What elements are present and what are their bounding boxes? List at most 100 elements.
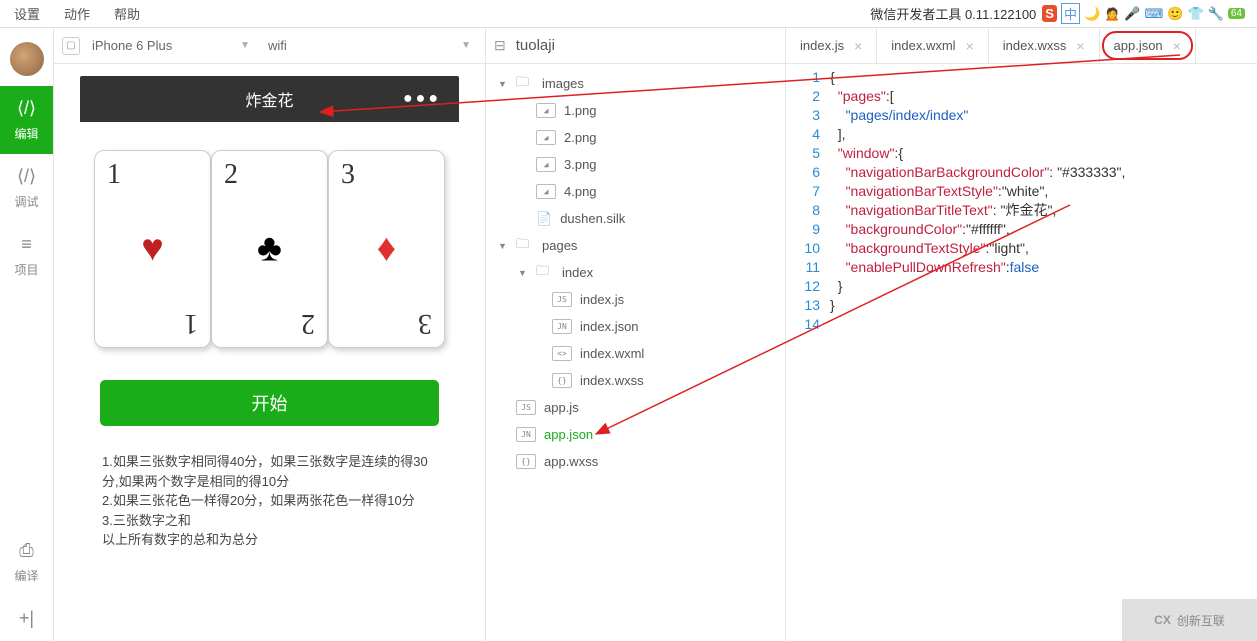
line-number: 4 xyxy=(786,125,820,144)
sidebar-item-add[interactable]: +| xyxy=(0,596,53,641)
editor-tab[interactable]: index.js× xyxy=(786,28,877,63)
tree-row[interactable]: ▼🗀images xyxy=(486,70,785,97)
ime-cn-icon: 中 xyxy=(1061,3,1080,24)
card-number: 3 xyxy=(341,159,355,191)
sidebar-item-debug[interactable]: ⟨/⟩ 调试 xyxy=(0,154,53,222)
close-icon[interactable]: × xyxy=(966,38,974,54)
device-select[interactable]: iPhone 6 Plus ▼ xyxy=(86,33,256,59)
folder-label: pages xyxy=(542,238,577,253)
line-number: 12 xyxy=(786,277,820,296)
file-label: index.wxss xyxy=(580,373,644,388)
menu-help[interactable]: 帮助 xyxy=(104,0,150,27)
file-label: app.wxss xyxy=(544,454,598,469)
file-badge: {} xyxy=(552,373,572,388)
tree-row[interactable]: JSapp.js xyxy=(486,394,785,421)
close-icon[interactable]: × xyxy=(1173,38,1181,54)
tree-row[interactable]: ▼🗀pages xyxy=(486,232,785,259)
code-line: "pages":[ xyxy=(830,87,1257,106)
avatar[interactable] xyxy=(10,42,44,76)
phone-nav-menu-icon[interactable]: ●●● xyxy=(403,90,441,108)
menu-settings[interactable]: 设置 xyxy=(4,0,50,27)
shirt-icon: 👕 xyxy=(1188,6,1204,22)
tree-row[interactable]: ▼🗀index xyxy=(486,259,785,286)
tree-row[interactable]: {} index.wxss xyxy=(486,367,785,394)
file-badge: JN xyxy=(552,319,572,334)
code-line: { xyxy=(830,68,1257,87)
menu-action[interactable]: 动作 xyxy=(54,0,100,27)
code-line: "backgroundColor":"#ffffff", xyxy=(830,220,1257,239)
file-badge: JN xyxy=(516,427,536,442)
file-label: 1.png xyxy=(564,103,597,118)
tree-row[interactable]: 📄dushen.silk xyxy=(486,205,785,232)
face-icon: 🙂 xyxy=(1167,6,1183,22)
playing-card[interactable]: 3 ♦ 3 xyxy=(328,150,445,348)
rule-line: 以上所有数字的总和为总分 xyxy=(102,530,437,550)
sidebar-item-compile[interactable]: ⎙ 编译 xyxy=(0,528,53,596)
tree-row[interactable]: {} app.wxss xyxy=(486,448,785,475)
file-tree: ▼🗀images◢1.png◢2.png◢3.png◢4.png📄dushen.… xyxy=(486,64,785,481)
tab-label: index.wxss xyxy=(1003,38,1067,53)
tree-row[interactable]: ◢2.png xyxy=(486,124,785,151)
code-line: "navigationBarTextStyle":"white", xyxy=(830,182,1257,201)
tree-row[interactable]: ◢1.png xyxy=(486,97,785,124)
code-line: "navigationBarTitleText": "炸金花", xyxy=(830,201,1257,220)
mic-icon: 🎤 xyxy=(1124,6,1140,22)
file-badge: {} xyxy=(516,454,536,469)
img-badge: ◢ xyxy=(536,130,556,145)
line-number: 11 xyxy=(786,258,820,277)
file-label: app.json xyxy=(544,427,593,442)
disclosure-icon: ▼ xyxy=(498,241,508,251)
playing-card[interactable]: 1 ♥ 1 xyxy=(94,150,211,348)
close-icon[interactable]: × xyxy=(1076,38,1084,54)
project-name: tuolaji xyxy=(516,37,555,54)
line-number: 13 xyxy=(786,296,820,315)
tree-row[interactable]: <>index.wxml xyxy=(486,340,785,367)
code-area[interactable]: 1234567891011121314 { "pages":[ "pages/i… xyxy=(786,64,1257,641)
tree-toggle-icon[interactable]: ⊟ xyxy=(494,37,506,54)
viewport-icon[interactable]: ▢ xyxy=(62,37,80,55)
file-label: dushen.silk xyxy=(560,211,625,226)
phone-nav-title: 炸金花 xyxy=(245,87,293,111)
tree-row[interactable]: JN index.json xyxy=(486,313,785,340)
chevron-down-icon: ▼ xyxy=(240,40,250,51)
tree-row[interactable]: JSindex.js xyxy=(486,286,785,313)
line-number: 9 xyxy=(786,220,820,239)
sidebar-item-edit[interactable]: ⟨/⟩ 编辑 xyxy=(0,86,53,154)
network-select[interactable]: wifi ▼ xyxy=(262,33,477,59)
tree-row[interactable]: ◢3.png xyxy=(486,151,785,178)
code-line: "enablePullDownRefresh":false xyxy=(830,258,1257,277)
editor-tab[interactable]: index.wxss × xyxy=(989,28,1100,63)
card-number: 2 xyxy=(224,159,238,191)
sidebar: ⟨/⟩ 编辑 ⟨/⟩ 调试 ≡ 项目 ⎙ 编译 +| xyxy=(0,28,54,641)
playing-card[interactable]: 2 ♣ 2 xyxy=(211,150,328,348)
sidebar-item-label: 编辑 xyxy=(14,125,38,142)
debug-icon: ⟨/⟩ xyxy=(17,166,36,187)
editor-tab[interactable]: app.json× xyxy=(1100,28,1196,63)
line-number: 7 xyxy=(786,182,820,201)
code-line xyxy=(830,315,1257,334)
line-number: 5 xyxy=(786,144,820,163)
tab-label: index.wxml xyxy=(891,38,955,53)
start-button[interactable]: 开始 xyxy=(100,380,439,426)
phone-body: 1 ♥ 12 ♣ 23 ♦ 3 开始 1.如果三张数字相同得40分，如果三张数字… xyxy=(80,122,459,566)
code-line: "window":{ xyxy=(830,144,1257,163)
card-number: 2 xyxy=(301,307,315,339)
keyboard-icon: ⌨ xyxy=(1145,6,1164,22)
folder-label: images xyxy=(542,76,584,91)
tree-row[interactable]: ◢4.png xyxy=(486,178,785,205)
sidebar-item-project[interactable]: ≡ 项目 xyxy=(0,222,53,290)
tree-row[interactable]: JN app.json xyxy=(486,421,785,448)
editor-tab[interactable]: index.wxml × xyxy=(877,28,988,63)
code-content[interactable]: { "pages":[ "pages/index/index" ], "wind… xyxy=(830,68,1257,637)
sogou-icon: S xyxy=(1042,5,1057,22)
rules-text: 1.如果三张数字相同得40分，如果三张数字是连续的得30分,如果两个数字是相同的… xyxy=(102,452,437,550)
close-icon[interactable]: × xyxy=(854,38,862,54)
person-icon: 🙍 xyxy=(1104,6,1120,22)
moon-icon: 🌙 xyxy=(1084,6,1100,22)
compile-icon: ⎙ xyxy=(19,540,33,561)
line-number: 10 xyxy=(786,239,820,258)
file-label: index.json xyxy=(580,319,639,334)
code-line: } xyxy=(830,277,1257,296)
rule-line: 1.如果三张数字相同得40分，如果三张数字是连续的得30分,如果两个数字是相同的… xyxy=(102,452,437,491)
folder-icon: 🗀 xyxy=(536,262,554,284)
